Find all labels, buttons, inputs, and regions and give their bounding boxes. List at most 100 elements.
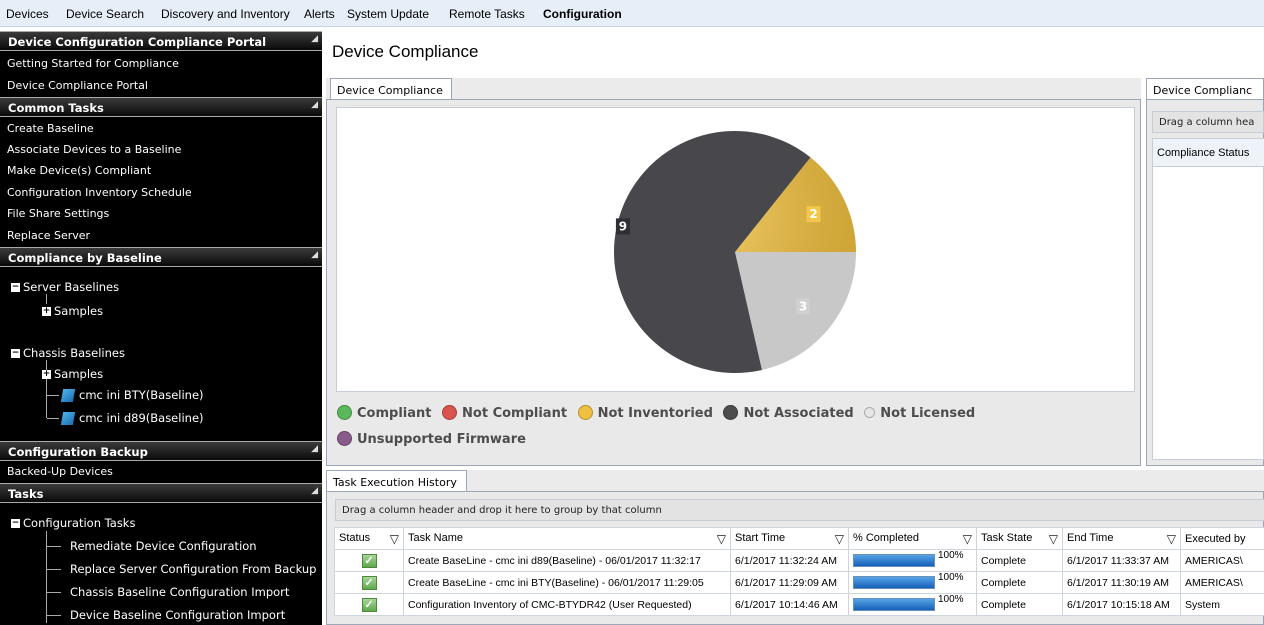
filter-icon[interactable]: ▽ [963,532,972,546]
section-header-tasks[interactable]: Tasks ◢ [0,483,322,503]
tree-expand-icon[interactable]: + [42,370,51,379]
tree-collapse-icon[interactable]: − [11,349,20,358]
chart-area: 2 3 9 [336,107,1135,392]
menu-devices[interactable]: Devices [6,7,49,21]
tree-chassis-samples[interactable]: + Samples [42,367,103,381]
filter-icon[interactable]: ▽ [1049,532,1058,546]
tree-label: Chassis Baselines [23,346,125,360]
column-percent-completed[interactable]: % Completed ▽ [848,527,977,550]
tree-server-baselines[interactable]: − Server Baselines [11,280,119,294]
link-compliance-portal[interactable]: Device Compliance Portal [7,79,148,92]
tree-line [46,294,47,304]
link-associate-devices[interactable]: Associate Devices to a Baseline [7,143,181,156]
column-start-time[interactable]: Start Time ▽ [730,527,849,550]
table-row[interactable]: ✓ Create BaseLine - cmc ini BTY(Baseline… [334,571,1264,594]
start-time-cell: 6/1/2017 11:29:09 AM [730,571,849,594]
legend-not-associated[interactable]: Not Associated [723,405,854,421]
task-state-cell: Complete [976,571,1063,594]
legend-compliant[interactable]: Compliant [337,405,431,421]
tab-device-compliance-grid[interactable]: Device Complianc [1146,78,1264,100]
filter-icon[interactable]: ▽ [390,532,399,546]
tree-chassis-baselines[interactable]: − Chassis Baselines [11,346,125,360]
progress-cell: 100% [848,571,977,594]
menu-device-search[interactable]: Device Search [66,7,144,21]
section-title: Common Tasks [8,101,104,115]
column-executed-by[interactable]: Executed by [1180,527,1264,550]
tab-task-history[interactable]: Task Execution History [326,470,467,492]
link-inventory-schedule[interactable]: Configuration Inventory Schedule [7,186,192,199]
progress-cell: 100% [848,549,977,572]
compliance-status-panel: Device Complianc Drag a column hea Compl… [1146,78,1264,466]
tree-collapse-icon[interactable]: − [11,283,20,292]
column-end-time[interactable]: End Time ▽ [1062,527,1181,550]
link-replace-server[interactable]: Replace Server [7,229,90,242]
filter-icon[interactable]: ▽ [1167,532,1176,546]
status-check-icon: ✓ [361,597,377,612]
legend-not-inventoried[interactable]: Not Inventoried [577,405,713,421]
status-check-icon: ✓ [361,553,377,568]
end-time-cell: 6/1/2017 11:33:37 AM [1062,549,1181,572]
section-title: Device Configuration Compliance Portal [8,35,267,49]
progress-text: 100% [938,594,964,606]
tree-baseline-bty[interactable]: cmc ini BTY(Baseline) [60,388,204,402]
chart-legend: Compliant Not Compliant Not Inventoried … [337,405,1127,453]
legend-swatch [864,407,876,418]
task-device-import[interactable]: Device Baseline Configuration Import [70,608,285,622]
menu-configuration[interactable]: Configuration [543,7,622,21]
top-menu-bar: Devices Device Search Discovery and Inve… [0,0,1264,27]
tree-line [47,395,59,396]
sidebar: Device Configuration Compliance Portal ◢… [0,31,322,625]
collapse-icon[interactable]: ◢ [311,100,318,110]
filter-icon[interactable]: ▽ [717,532,726,546]
link-make-compliant[interactable]: Make Device(s) Compliant [7,164,151,177]
table-row[interactable]: ✓ Create BaseLine - cmc ini d89(Baseline… [334,549,1264,572]
tree-collapse-icon[interactable]: − [11,519,20,528]
legend-unsupported-firmware[interactable]: Unsupported Firmware [337,431,526,447]
section-header-common-tasks[interactable]: Common Tasks ◢ [0,97,322,117]
progress-text: 100% [938,550,964,562]
collapse-icon[interactable]: ◢ [311,250,318,260]
legend-swatch [337,431,352,446]
panel-body: 2 3 9 Compliant Not Compliant Not Inventor… [326,99,1141,466]
link-getting-started[interactable]: Getting Started for Compliance [7,57,179,70]
filter-icon[interactable]: ▽ [835,532,844,546]
tree-line [47,569,61,570]
menu-remote-tasks[interactable]: Remote Tasks [449,7,525,21]
menu-alerts[interactable]: Alerts [304,7,335,21]
link-create-baseline[interactable]: Create Baseline [7,122,94,135]
section-header-compliance-baseline[interactable]: Compliance by Baseline ◢ [0,247,322,267]
link-file-share-settings[interactable]: File Share Settings [7,207,109,220]
section-header-config-backup[interactable]: Configuration Backup ◢ [0,441,322,461]
collapse-icon[interactable]: ◢ [311,34,318,44]
tab-device-compliance[interactable]: Device Compliance [330,78,452,100]
task-replace-server-config[interactable]: Replace Server Configuration From Backup [70,562,316,576]
legend-not-licensed[interactable]: Not Licensed [864,406,975,421]
end-time-cell: 6/1/2017 11:30:19 AM [1062,571,1181,594]
collapse-icon[interactable]: ◢ [311,486,318,496]
table-row[interactable]: ✓ Configuration Inventory of CMC-BTYDR42… [334,593,1264,616]
legend-not-compliant[interactable]: Not Compliant [442,405,567,421]
tree-expand-icon[interactable]: + [42,307,51,316]
menu-system-update[interactable]: System Update [347,7,429,21]
legend-label: Not Compliant [462,406,568,421]
progress-cell: 100% [848,593,977,616]
task-remediate[interactable]: Remediate Device Configuration [70,539,257,553]
task-chassis-import[interactable]: Chassis Baseline Configuration Import [70,585,289,599]
column-compliance-status[interactable]: Compliance Status [1157,147,1249,159]
tree-configuration-tasks[interactable]: − Configuration Tasks [11,516,135,530]
legend-label: Compliant [357,406,432,421]
section-header-portal[interactable]: Device Configuration Compliance Portal ◢ [0,31,322,51]
tree-label: Samples [54,367,104,381]
tree-baseline-d89[interactable]: cmc ini d89(Baseline) [60,411,204,425]
menu-discovery-inventory[interactable]: Discovery and Inventory [161,7,290,21]
column-status[interactable]: Status ▽ [334,527,404,550]
column-task-state[interactable]: Task State ▽ [976,527,1063,550]
tree-server-samples[interactable]: + Samples [42,304,103,318]
collapse-icon[interactable]: ◢ [311,444,318,454]
column-label: Task State [981,531,1033,544]
task-state-cell: Complete [976,549,1063,572]
link-backed-up-devices[interactable]: Backed-Up Devices [7,465,113,478]
data-label: 3 [799,299,807,313]
column-task-name[interactable]: Task Name ▽ [403,527,731,550]
tree-line [47,418,59,419]
